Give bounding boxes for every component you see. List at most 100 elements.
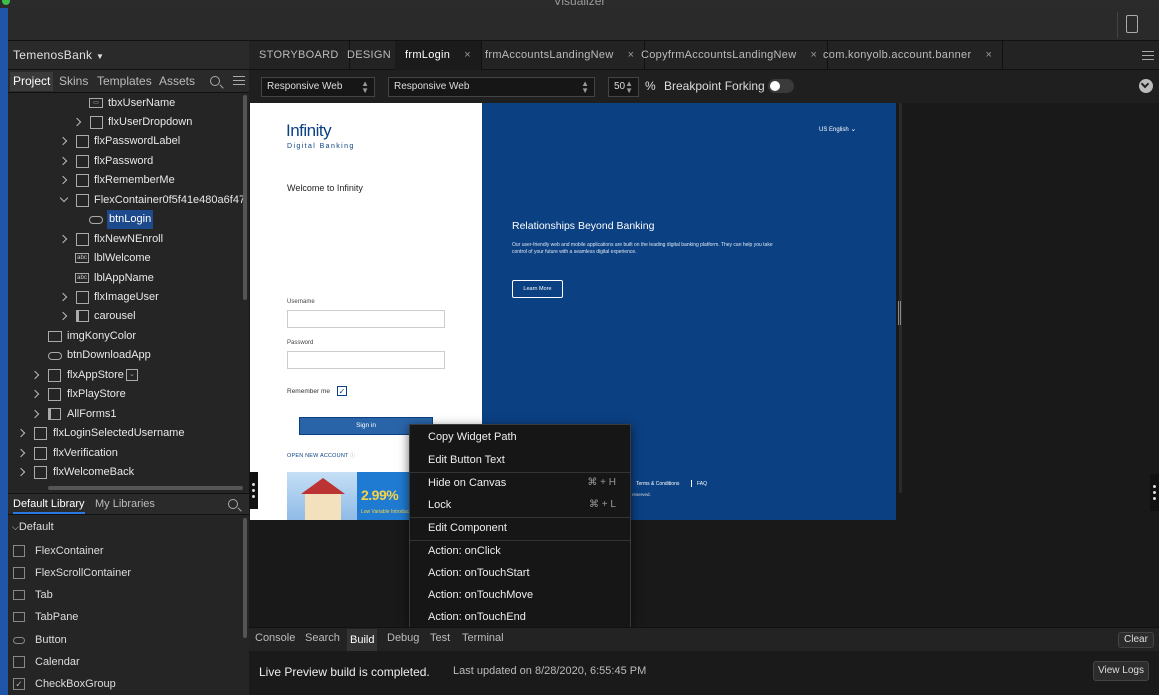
library-item-label: FlexContainer	[35, 545, 104, 557]
platform-select[interactable]: Responsive Web ▲ ▼	[388, 77, 595, 97]
faq-link[interactable]: FAQ	[697, 481, 707, 487]
view-logs-button[interactable]: View Logs	[1093, 661, 1149, 681]
resize-handle-icon[interactable]	[898, 301, 901, 325]
segment-icon	[76, 310, 89, 322]
tree-item-label: flxPlayStore	[67, 388, 126, 400]
menu-item-action-onclick[interactable]: Action: onClick	[410, 540, 630, 562]
tab-console[interactable]: Console	[255, 632, 295, 644]
library-item[interactable]: ✓ CheckBoxGroup	[8, 674, 243, 694]
menu-item-label: Lock	[428, 499, 452, 511]
platform-value: Responsive Web	[394, 81, 470, 92]
collapse-chevron-icon[interactable]	[1139, 79, 1153, 93]
open-account-label: OPEN NEW ACCOUNT	[287, 453, 349, 459]
menu-item-edit-button-text[interactable]: Edit Button Text	[410, 449, 630, 471]
tab-templates[interactable]: Templates	[97, 74, 152, 88]
zoom-stepper[interactable]: 50 ▲ ▼	[608, 77, 639, 97]
tree-item-label: AllForms1	[67, 408, 117, 420]
project-tabs: Project Skins Templates Assets	[8, 70, 249, 93]
promo-banner[interactable]: 2.99% Low Variable Introduc	[287, 472, 410, 520]
zoom-unit: %	[645, 79, 656, 93]
library-item[interactable]: Button	[8, 630, 243, 650]
left-accent-strip	[0, 8, 8, 695]
learn-more-button[interactable]: Learn More	[512, 280, 563, 298]
tab-test[interactable]: Test	[430, 632, 450, 644]
breakpoint-forking-toggle[interactable]	[768, 79, 794, 93]
form-scrollbar[interactable]	[896, 103, 905, 520]
hero-title: Relationships Beyond Banking	[512, 220, 655, 232]
channel-value: Responsive Web	[267, 81, 343, 92]
tab-frmlogin[interactable]: frmLogin ×	[395, 41, 482, 70]
tab-design[interactable]: DESIGN	[337, 41, 402, 70]
library-group[interactable]: ⌵Default	[12, 521, 54, 533]
tab-skins[interactable]: Skins	[59, 74, 88, 88]
menu-item-hide-on-canvas[interactable]: Hide on Canvas ⌘ + H	[410, 472, 630, 494]
tab-terminal[interactable]: Terminal	[462, 632, 504, 644]
close-icon[interactable]: ×	[464, 49, 471, 61]
menu-item-action-ontouchmove[interactable]: Action: onTouchMove	[410, 584, 630, 606]
project-selector[interactable]: TemenosBank ▼	[8, 41, 249, 70]
flex-icon	[76, 174, 89, 187]
tab-copyfrmaccountslandingnew[interactable]: CopyfrmAccountsLandingNew ×	[631, 41, 829, 70]
tab-build[interactable]: Build	[347, 629, 378, 651]
language-selector[interactable]: US English ⌄	[819, 125, 856, 133]
menu-item-lock[interactable]: Lock ⌘ + L	[410, 494, 630, 516]
tabpane-icon	[13, 612, 25, 622]
tree-item-label: FlexContainer0f5f41e480a6f47	[94, 194, 246, 206]
library-scrollbar[interactable]	[243, 518, 247, 638]
welcome-label[interactable]: Welcome to Infinity	[287, 183, 363, 193]
password-field[interactable]	[287, 351, 445, 369]
tab-storyboard[interactable]: STORYBOARD	[249, 41, 350, 70]
updown-icon: ▲ ▼	[625, 79, 633, 95]
context-menu: Copy Widget Path Edit Button Text Hide o…	[409, 424, 631, 629]
tab-debug[interactable]: Debug	[387, 632, 419, 644]
tree-horizontal-scrollbar[interactable]	[48, 486, 243, 490]
tree-item-label: carousel	[94, 310, 136, 322]
canvas-right-drag-handle[interactable]	[1150, 474, 1159, 511]
clear-button[interactable]: Clear	[1118, 632, 1154, 648]
device-preview-button[interactable]	[1117, 12, 1147, 38]
remember-me-checkbox[interactable]: ✓	[337, 386, 347, 396]
chevron-down-icon: ⌵	[12, 522, 19, 532]
flex-icon	[34, 427, 47, 440]
library-search-icon[interactable]	[228, 499, 238, 509]
tab-account-banner[interactable]: com.konyolb.account.banner ×	[813, 41, 1004, 70]
username-field[interactable]	[287, 310, 445, 328]
tab-project[interactable]: Project	[10, 72, 54, 91]
menu-item-action-ontouchstart[interactable]: Action: onTouchStart	[410, 562, 630, 584]
library-item[interactable]: FlexContainer	[8, 541, 243, 561]
menu-item-action-ontouchend[interactable]: Action: onTouchEnd	[410, 606, 630, 628]
open-account-link[interactable]: OPEN NEW ACCOUNT ⓘ	[287, 452, 355, 459]
terms-link[interactable]: Terms & Conditions	[636, 481, 679, 487]
search-icon[interactable]	[210, 76, 220, 86]
menu-item-edit-component[interactable]: Edit Component	[410, 517, 630, 539]
menu-item-label: Edit Component	[428, 522, 507, 534]
infinity-logo: Infinity	[286, 121, 332, 140]
remember-me-label: Remember me	[287, 388, 330, 395]
tab-frmaccountslandingnew[interactable]: frmAccountsLandingNew ×	[475, 41, 646, 70]
tree-item-label: imgKonyColor	[67, 330, 137, 342]
library-group-label: Default	[18, 521, 54, 533]
project-name: TemenosBank	[13, 48, 93, 62]
tree-scrollbar[interactable]	[243, 95, 247, 300]
canvas-left-drag-handle[interactable]	[249, 472, 258, 509]
promo-rate: 2.99%	[361, 487, 399, 503]
tab-icon	[13, 590, 25, 600]
tab-assets[interactable]: Assets	[159, 74, 195, 88]
tab-search[interactable]: Search	[305, 632, 340, 644]
library-item[interactable]: TabPane	[8, 607, 243, 627]
tree-item-label: flxRememberMe	[94, 174, 175, 186]
flexscroll-icon	[13, 567, 25, 579]
close-icon[interactable]: ×	[985, 49, 992, 61]
menu-icon[interactable]	[233, 76, 245, 85]
flex-icon	[76, 155, 89, 168]
menu-item-copy-widget-path[interactable]: Copy Widget Path	[410, 426, 630, 448]
channel-select[interactable]: Responsive Web ▲ ▼	[261, 77, 375, 97]
library-item[interactable]: Tab	[8, 585, 243, 605]
tab-my-libraries[interactable]: My Libraries	[95, 498, 155, 510]
promo-subtext: Low Variable Introduc	[361, 509, 409, 515]
library-item[interactable]: FlexScrollContainer	[8, 563, 243, 583]
tabs-menu-icon[interactable]	[1142, 51, 1154, 60]
dropdown-indicator-icon[interactable]: ⌄	[126, 369, 138, 381]
library-item[interactable]: Calendar	[8, 652, 243, 672]
tab-default-library[interactable]: Default Library	[13, 498, 85, 514]
